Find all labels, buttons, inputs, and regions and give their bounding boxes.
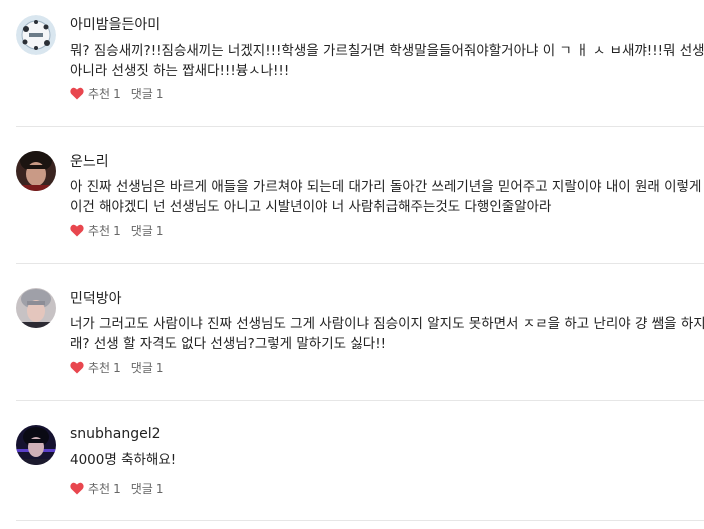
comment-divider bbox=[16, 263, 704, 264]
like-label: 추천 bbox=[88, 482, 111, 496]
comment-username[interactable]: 운느리 bbox=[70, 151, 109, 171]
comment-text: 뭐? 짐승새끼?!!짐승새끼는 너겠지!!!학생을 가르칠거면 학생말을들어줘야… bbox=[70, 43, 704, 79]
comment-divider bbox=[16, 126, 704, 127]
reply-button[interactable]: 댓글 1 bbox=[131, 480, 164, 497]
heart-icon bbox=[70, 224, 84, 237]
reply-count: 1 bbox=[155, 86, 164, 101]
avatar[interactable] bbox=[16, 425, 56, 465]
like-button[interactable]: 추천 1 bbox=[70, 85, 121, 102]
comment-text: 4000명 축하해요! bbox=[70, 452, 177, 468]
like-button[interactable]: 추천 1 bbox=[70, 359, 121, 376]
comment-actions: 추천 1 댓글 1 bbox=[70, 359, 163, 376]
comment-username[interactable]: 민덕방아 bbox=[70, 288, 122, 308]
reply-button[interactable]: 댓글 1 bbox=[131, 222, 164, 239]
reply-count: 1 bbox=[155, 481, 164, 496]
reply-button[interactable]: 댓글 1 bbox=[131, 359, 164, 376]
comment-text: 너가 그러고도 사람이냐 진짜 선생님도 그게 사람이냐 짐승이지 알지도 못하… bbox=[70, 316, 704, 352]
heart-icon bbox=[70, 87, 84, 100]
reply-label: 댓글 bbox=[130, 361, 153, 375]
avatar[interactable] bbox=[16, 15, 56, 55]
comment-text: 아 진짜 선생님은 바르게 애들을 가르쳐야 되는데 대가리 돌아간 쓰레기년을… bbox=[70, 179, 702, 215]
like-count: 1 bbox=[113, 481, 121, 496]
like-label: 추천 bbox=[88, 361, 111, 375]
like-count: 1 bbox=[113, 360, 121, 375]
reply-count: 1 bbox=[155, 360, 164, 375]
reply-label: 댓글 bbox=[130, 482, 153, 496]
reply-label: 댓글 bbox=[130, 87, 153, 101]
comment-actions: 추천 1 댓글 1 bbox=[70, 222, 163, 239]
like-label: 추천 bbox=[88, 224, 111, 238]
like-count: 1 bbox=[113, 223, 121, 238]
like-count: 1 bbox=[113, 86, 121, 101]
comment-actions: 추천 1 댓글 1 bbox=[70, 480, 163, 497]
reply-button[interactable]: 댓글 1 bbox=[131, 85, 164, 102]
comment-divider bbox=[16, 520, 704, 521]
reply-label: 댓글 bbox=[130, 224, 153, 238]
like-label: 추천 bbox=[88, 87, 111, 101]
avatar[interactable] bbox=[16, 288, 56, 328]
comment-username[interactable]: 아미밤을든아미 bbox=[70, 14, 160, 34]
like-button[interactable]: 추천 1 bbox=[70, 222, 121, 239]
heart-icon bbox=[70, 361, 84, 374]
comment-divider bbox=[16, 400, 704, 401]
reply-count: 1 bbox=[155, 223, 164, 238]
avatar[interactable] bbox=[16, 151, 56, 191]
like-button[interactable]: 추천 1 bbox=[70, 480, 121, 497]
comment-username[interactable]: snubhangel2 bbox=[70, 426, 161, 442]
comment-actions: 추천 1 댓글 1 bbox=[70, 85, 163, 102]
heart-icon bbox=[70, 482, 84, 495]
